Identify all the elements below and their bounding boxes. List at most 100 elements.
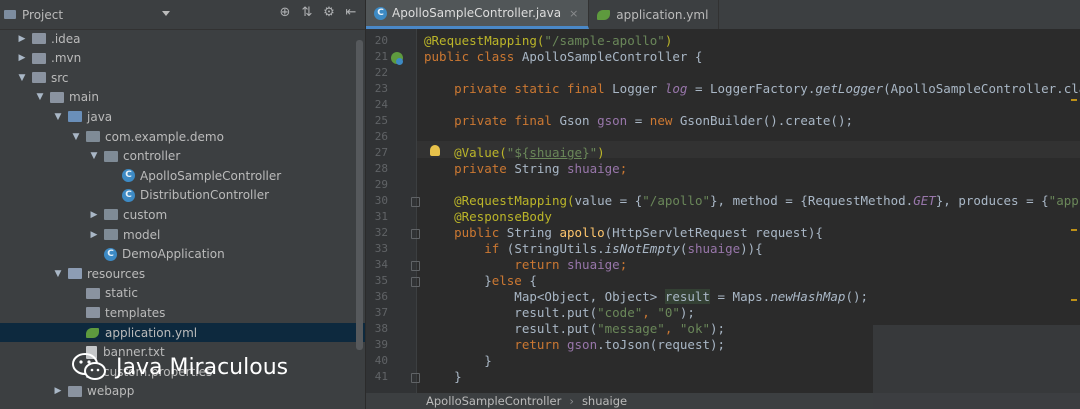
code-line[interactable]: Map<Object, Object> result = Maps.newHas… [424,289,868,304]
folder-icon [86,287,100,299]
code-token: result [664,289,710,304]
code-line[interactable]: return shuaige; [424,257,627,272]
chevron-down-icon[interactable]: ▼ [16,73,28,83]
chevron-right-icon[interactable]: ▶ [88,210,100,220]
spring-bean-run-icon[interactable] [391,52,403,65]
locate-icon[interactable]: ⊕ [277,5,293,20]
tree-item[interactable]: ▼ main [0,88,365,107]
code-line[interactable]: result.put("code", "0"); [424,305,695,320]
chevron-down-icon[interactable] [162,11,170,16]
code-token: Map<Object, Object> [424,289,665,304]
code-token: (HttpServletRequest request){ [604,225,823,240]
chevron-right-icon[interactable]: ▶ [16,34,28,44]
project-scrollbar[interactable] [356,40,363,350]
code-line[interactable]: public String apollo(HttpServletRequest … [424,225,823,240]
warning-stripe[interactable] [1071,229,1077,231]
tree-item-label: .idea [51,31,81,46]
code-token: ApolloSampleController { [521,49,703,64]
tree-item[interactable]: ▶ custom [0,205,365,224]
line-number: 33 [374,242,388,255]
code-line[interactable]: @RequestMapping(value = {"/apollo"}, met… [424,193,1079,208]
line-number: 38 [374,322,388,335]
chevron-down-icon[interactable]: ▼ [70,132,82,142]
collapse-icon[interactable]: ⇅ [299,5,315,20]
tree-item[interactable]: static [0,284,365,303]
tree-item[interactable]: ▼ com.example.demo [0,127,365,146]
code-line[interactable]: }else { [424,273,537,288]
editor-tab[interactable]: C ApolloSampleController.java × [366,0,590,29]
tree-item[interactable]: C ApolloSampleController [0,166,365,185]
code-token: "${ [506,145,530,160]
fold-marker-icon[interactable] [411,261,420,271]
breadcrumb-item-field[interactable]: shuaige [582,394,627,408]
code-token: if [484,241,507,256]
chevron-down-icon[interactable]: ▼ [34,92,46,102]
code-line[interactable]: public class ApolloSampleController { [424,49,702,64]
fold-marker-icon[interactable] [411,197,420,207]
code-line[interactable]: @RequestMapping("/sample-apollo") [424,33,672,48]
tree-item[interactable]: ▶ webapp [0,382,365,401]
java-class-icon: C [122,188,135,202]
chevron-right-icon[interactable]: ▶ [16,53,28,63]
code-line[interactable]: } [424,353,492,368]
gear-icon[interactable]: ⚙ [321,5,337,20]
code-token: } [424,369,462,384]
code-token: } [424,353,492,368]
code-line[interactable]: } [424,369,462,384]
project-view-selector[interactable]: Project [0,8,63,22]
code-line[interactable]: return gson.toJson(request); [424,337,725,352]
chevron-right-icon[interactable]: ▶ [88,230,100,240]
line-number: 35 [374,274,388,287]
tree-item[interactable]: C DistributionController [0,186,365,205]
tree-item[interactable]: ▼ controller [0,147,365,166]
code-line[interactable]: private final Gson gson = new GsonBuilde… [424,113,853,128]
code-token: @Value( [454,145,507,160]
breadcrumb-separator: › [569,394,574,408]
code-line[interactable]: result.put("message", "ok"); [424,321,725,336]
code-line[interactable]: @ResponseBody [424,209,552,224]
tree-item[interactable]: ▶ .mvn [0,49,365,68]
chevron-right-icon[interactable]: ▶ [52,386,64,396]
close-icon[interactable]: × [569,7,578,20]
tree-item-label: model [123,227,161,242]
code-line[interactable]: if (StringUtils.isNotEmpty(shuaige)){ [424,241,762,256]
hide-icon[interactable]: ⇤ [343,5,359,20]
code-line[interactable]: private static final Logger log = Logger… [424,81,1080,96]
chevron-down-icon[interactable]: ▼ [52,269,64,279]
tree-item[interactable]: ▶ model [0,225,365,244]
code-token: = LoggerFactory. [687,81,816,96]
code-token: shuaige [567,161,620,176]
tree-item[interactable]: C DemoApplication [0,245,365,264]
tree-item[interactable]: ▼ src [0,68,365,87]
code-token: @RequestMapping( [454,193,575,208]
code-line[interactable]: @Value("${shuaige}") [424,145,605,160]
tree-item[interactable]: ▼ resources [0,264,365,283]
line-number: 26 [374,130,388,143]
code-line[interactable]: private String shuaige; [424,161,627,176]
source-folder-icon [68,111,82,123]
tree-item[interactable]: ▶ .idea [0,29,365,48]
fold-marker-icon[interactable] [411,229,420,239]
warning-stripe[interactable] [1071,99,1077,101]
code-token: (); [845,289,869,304]
tree-item[interactable]: application.yml [0,323,365,342]
breadcrumb-item-class[interactable]: ApolloSampleController [426,394,561,408]
tree-item[interactable]: ▼ java [0,107,365,126]
code-token: = Maps. [709,289,771,304]
warning-stripe[interactable] [1071,299,1077,301]
code-token: result.put( [424,305,598,320]
chevron-down-icon[interactable]: ▼ [88,151,100,161]
fold-marker-icon[interactable] [411,373,420,383]
yaml-icon [597,8,611,21]
chevron-down-icon[interactable]: ▼ [52,112,64,122]
editor-tab[interactable]: application.yml [589,0,720,29]
folder-icon [50,91,64,103]
tree-item[interactable]: templates [0,303,365,322]
code-token: ; [619,161,628,176]
fold-marker-icon[interactable] [411,277,420,287]
watermark-text: Java Miraculous [116,354,289,380]
code-token: shuaige [529,145,583,160]
code-token: Logger [612,81,665,96]
